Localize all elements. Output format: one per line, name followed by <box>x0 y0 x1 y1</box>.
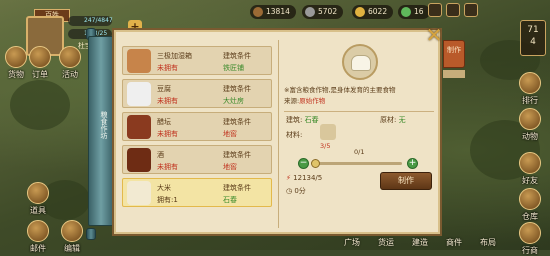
product-source: 来源:原始作物 <box>284 97 326 105</box>
side-button-edit[interactable]: 编辑 <box>58 220 86 254</box>
detail-divider <box>284 111 434 112</box>
storage-icon <box>519 188 541 210</box>
side-button-animal[interactable]: 动物 <box>516 108 544 142</box>
timer-badge: 71 4 <box>520 20 546 56</box>
gem-icon <box>401 7 411 17</box>
goods-icon <box>5 46 27 68</box>
building-requirement: 建筑: 石春 <box>286 116 319 124</box>
recipe-row[interactable]: 酒 未拥有 建筑条件 地窖 <box>122 145 272 174</box>
bottom-item-shop[interactable]: 商件 <box>446 237 462 248</box>
recipe-icon <box>127 148 151 172</box>
bottom-item-build[interactable]: 建造 <box>412 237 428 248</box>
make-button[interactable]: 制作 <box>380 172 432 190</box>
material-label: 材料: <box>286 131 303 139</box>
bottom-item-layout[interactable]: 布局 <box>480 237 496 248</box>
minus-button[interactable]: − <box>298 158 309 169</box>
side-button-rank[interactable]: 排行 <box>516 72 544 106</box>
recipe-icon <box>127 49 151 73</box>
category-strip: 粮食作坊 <box>88 36 114 226</box>
friend-icon <box>519 152 541 174</box>
side-button-mail[interactable]: 邮件 <box>24 220 52 254</box>
plus-button[interactable]: + <box>407 158 418 169</box>
quantity-value: 0/1 <box>354 148 365 156</box>
lightning-icon: ⚡ <box>286 174 291 182</box>
animal-icon <box>519 108 541 130</box>
recipe-icon <box>127 82 151 106</box>
mail-icon <box>27 220 49 242</box>
resource-wood: 13814 <box>250 5 296 19</box>
quantity-slider[interactable]: − + <box>298 158 418 169</box>
chat-icon[interactable] <box>464 3 478 17</box>
product-icon <box>342 44 378 80</box>
material-grain-icon[interactable] <box>320 124 336 140</box>
bottom-item-square[interactable]: 广场 <box>344 237 360 248</box>
recipe-row[interactable]: 三极加湿箱 未拥有 建筑条件 铁匠铺 <box>122 46 272 75</box>
side-button-event[interactable]: 活动 <box>56 46 84 80</box>
crafting-panel: 三极加湿箱 未拥有 建筑条件 铁匠铺 豆腐 未拥有 建筑条件 大灶房 醋坛 未拥… <box>112 28 442 236</box>
recipe-icon <box>127 181 151 205</box>
side-button-friend[interactable]: 好友 <box>516 152 544 186</box>
panel-divider <box>278 40 279 228</box>
side-button-item[interactable]: 道具 <box>24 182 52 216</box>
rank-icon <box>519 72 541 94</box>
recipe-row[interactable]: 醋坛 未拥有 建筑条件 地窖 <box>122 112 272 141</box>
item-icon <box>27 182 49 204</box>
tab-make[interactable]: 制作 <box>443 40 465 68</box>
edit-icon <box>61 220 83 242</box>
recipe-list: 三极加湿箱 未拥有 建筑条件 铁匠铺 豆腐 未拥有 建筑条件 大灶房 醋坛 未拥… <box>122 46 272 211</box>
recipe-row-selected[interactable]: 大米 拥有:1 建筑条件 石春 <box>122 178 272 207</box>
menu-icon[interactable] <box>428 3 442 17</box>
resource-coin: 6022 <box>352 5 394 19</box>
slider-track[interactable] <box>314 162 402 165</box>
close-icon[interactable]: ✕ <box>424 25 444 46</box>
cost-display: ⚡ 12134/5 <box>286 174 323 182</box>
wood-icon <box>253 7 263 17</box>
resource-stone: 5702 <box>302 5 344 19</box>
product-description: ※富含粮食作物,是身体发育的主要食物 <box>284 86 396 94</box>
side-button-storage[interactable]: 仓库 <box>516 188 544 222</box>
tab-divider <box>443 70 465 78</box>
map-tree <box>10 80 70 130</box>
scroll-rod-bottom <box>86 228 96 240</box>
resource-bar: 13814 5702 6022 16 <box>0 0 550 24</box>
settings-icon[interactable] <box>446 3 460 17</box>
recipe-row[interactable]: 豆腐 未拥有 建筑条件 大灶房 <box>122 79 272 108</box>
event-icon <box>59 46 81 68</box>
time-display: ◷ 0分 <box>286 187 306 195</box>
coin-icon <box>355 7 365 17</box>
side-button-order[interactable]: 订单 <box>26 46 54 80</box>
recipe-icon <box>127 115 151 139</box>
stone-icon <box>305 7 315 17</box>
bottom-item-transport[interactable]: 货运 <box>378 237 394 248</box>
resource-gem: 16 <box>398 5 430 19</box>
order-icon <box>29 46 51 68</box>
category-label: 粮食作坊 <box>100 111 108 139</box>
clock-icon: ◷ <box>286 187 293 195</box>
slider-knob[interactable] <box>311 159 320 168</box>
material-count: 3/5 <box>320 142 331 150</box>
raw-material-requirement: 原材: 无 <box>380 116 406 124</box>
